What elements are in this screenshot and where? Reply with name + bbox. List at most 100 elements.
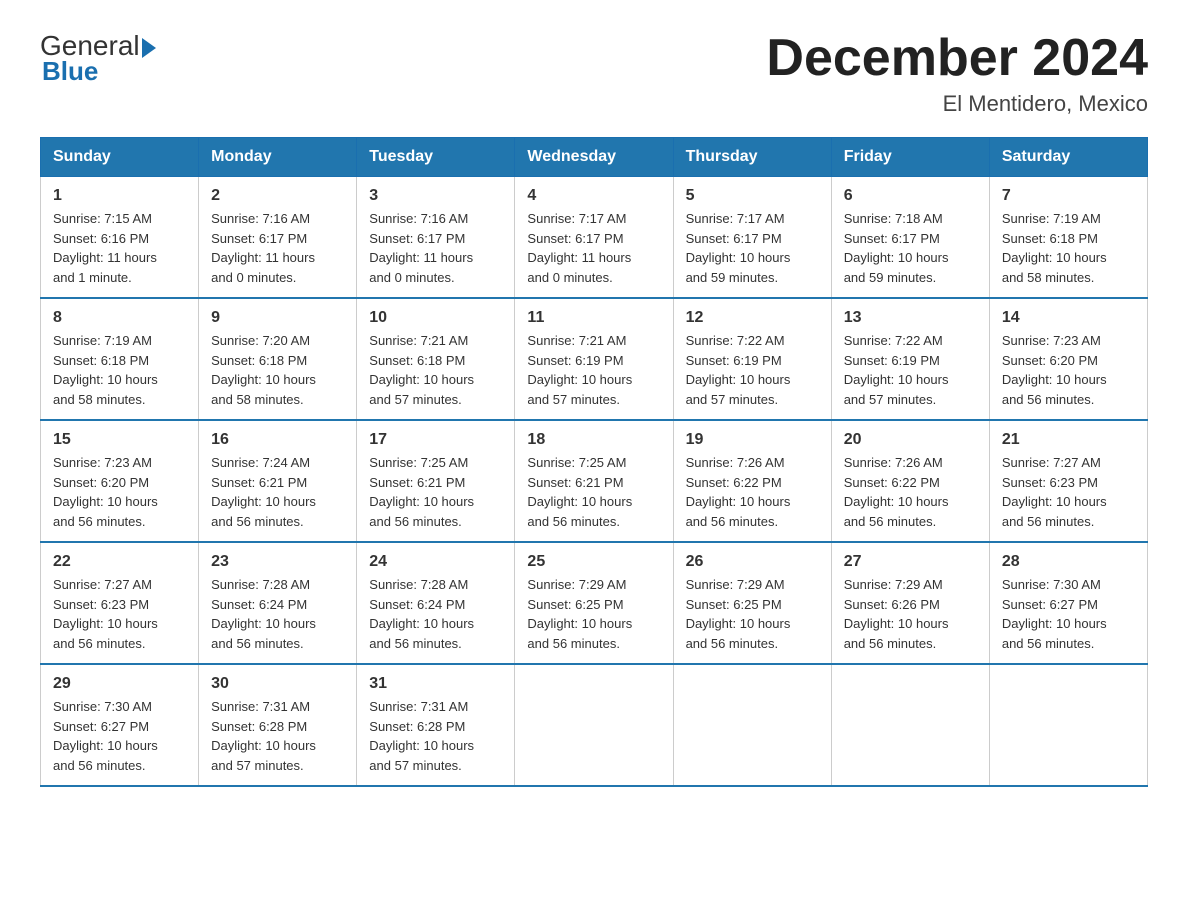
calendar-table: SundayMondayTuesdayWednesdayThursdayFrid… bbox=[40, 137, 1148, 787]
calendar-cell: 4 Sunrise: 7:17 AMSunset: 6:17 PMDaylight… bbox=[515, 177, 673, 299]
calendar-cell: 2 Sunrise: 7:16 AMSunset: 6:17 PMDaylight… bbox=[199, 177, 357, 299]
calendar-cell: 23 Sunrise: 7:28 AMSunset: 6:24 PMDayligh… bbox=[199, 542, 357, 664]
calendar-cell: 12 Sunrise: 7:22 AMSunset: 6:19 PMDayligh… bbox=[673, 298, 831, 420]
day-info: Sunrise: 7:16 AMSunset: 6:17 PMDaylight:… bbox=[211, 209, 344, 287]
day-number: 25 bbox=[527, 553, 660, 571]
day-info: Sunrise: 7:16 AMSunset: 6:17 PMDaylight:… bbox=[369, 209, 502, 287]
day-info: Sunrise: 7:31 AMSunset: 6:28 PMDaylight:… bbox=[369, 697, 502, 775]
calendar-cell: 8 Sunrise: 7:19 AMSunset: 6:18 PMDaylight… bbox=[41, 298, 199, 420]
day-number: 8 bbox=[53, 309, 186, 327]
day-info: Sunrise: 7:15 AMSunset: 6:16 PMDaylight:… bbox=[53, 209, 186, 287]
day-info: Sunrise: 7:22 AMSunset: 6:19 PMDaylight:… bbox=[686, 331, 819, 409]
calendar-cell bbox=[673, 664, 831, 786]
calendar-week-row: 15Sunrise: 7:23 AMSunset: 6:20 PMDayligh… bbox=[41, 420, 1148, 542]
day-number: 27 bbox=[844, 553, 977, 571]
calendar-cell: 9Sunrise: 7:20 AMSunset: 6:18 PMDaylight… bbox=[199, 298, 357, 420]
day-info: Sunrise: 7:30 AMSunset: 6:27 PMDaylight:… bbox=[1002, 575, 1135, 653]
day-number: 15 bbox=[53, 431, 186, 449]
day-number: 23 bbox=[211, 553, 344, 571]
weekday-header-saturday: Saturday bbox=[989, 138, 1147, 177]
calendar-cell: 1 Sunrise: 7:15 AMSunset: 6:16 PMDaylight… bbox=[41, 177, 199, 299]
logo: General Blue bbox=[40, 30, 156, 87]
calendar-cell: 18 Sunrise: 7:25 AMSunset: 6:21 PMDayligh… bbox=[515, 420, 673, 542]
calendar-cell: 14Sunrise: 7:23 AMSunset: 6:20 PMDayligh… bbox=[989, 298, 1147, 420]
calendar-cell: 10 Sunrise: 7:21 AMSunset: 6:18 PMDayligh… bbox=[357, 298, 515, 420]
calendar-cell: 6Sunrise: 7:18 AMSunset: 6:17 PMDaylight… bbox=[831, 177, 989, 299]
calendar-cell: 28 Sunrise: 7:30 AMSunset: 6:27 PMDayligh… bbox=[989, 542, 1147, 664]
day-number: 11 bbox=[527, 309, 660, 327]
calendar-cell: 5 Sunrise: 7:17 AMSunset: 6:17 PMDaylight… bbox=[673, 177, 831, 299]
day-info: Sunrise: 7:18 AMSunset: 6:17 PMDaylight:… bbox=[844, 209, 977, 287]
day-info: Sunrise: 7:22 AMSunset: 6:19 PMDaylight:… bbox=[844, 331, 977, 409]
weekday-header-row: SundayMondayTuesdayWednesdayThursdayFrid… bbox=[41, 138, 1148, 177]
calendar-cell: 17 Sunrise: 7:25 AMSunset: 6:21 PMDayligh… bbox=[357, 420, 515, 542]
calendar-cell: 11Sunrise: 7:21 AMSunset: 6:19 PMDayligh… bbox=[515, 298, 673, 420]
day-number: 26 bbox=[686, 553, 819, 571]
title-block: December 2024 El Mentidero, Mexico bbox=[766, 30, 1148, 117]
calendar-cell bbox=[515, 664, 673, 786]
day-number: 18 bbox=[527, 431, 660, 449]
day-info: Sunrise: 7:27 AMSunset: 6:23 PMDaylight:… bbox=[1002, 453, 1135, 531]
calendar-cell: 29Sunrise: 7:30 AMSunset: 6:27 PMDayligh… bbox=[41, 664, 199, 786]
day-number: 29 bbox=[53, 675, 186, 693]
day-number: 16 bbox=[211, 431, 344, 449]
calendar-cell: 24Sunrise: 7:28 AMSunset: 6:24 PMDayligh… bbox=[357, 542, 515, 664]
day-number: 10 bbox=[369, 309, 502, 327]
logo-triangle-icon bbox=[142, 38, 156, 58]
day-number: 30 bbox=[211, 675, 344, 693]
day-info: Sunrise: 7:25 AMSunset: 6:21 PMDaylight:… bbox=[527, 453, 660, 531]
weekday-header-monday: Monday bbox=[199, 138, 357, 177]
day-number: 4 bbox=[527, 187, 660, 205]
calendar-cell bbox=[989, 664, 1147, 786]
day-info: Sunrise: 7:21 AMSunset: 6:18 PMDaylight:… bbox=[369, 331, 502, 409]
calendar-cell: 22 Sunrise: 7:27 AMSunset: 6:23 PMDayligh… bbox=[41, 542, 199, 664]
day-info: Sunrise: 7:29 AMSunset: 6:26 PMDaylight:… bbox=[844, 575, 977, 653]
day-info: Sunrise: 7:28 AMSunset: 6:24 PMDaylight:… bbox=[211, 575, 344, 653]
day-info: Sunrise: 7:19 AMSunset: 6:18 PMDaylight:… bbox=[53, 331, 186, 409]
day-info: Sunrise: 7:20 AMSunset: 6:18 PMDaylight:… bbox=[211, 331, 344, 409]
day-info: Sunrise: 7:23 AMSunset: 6:20 PMDaylight:… bbox=[1002, 331, 1135, 409]
page-header: General Blue December 2024 El Mentidero,… bbox=[40, 30, 1148, 117]
day-number: 28 bbox=[1002, 553, 1135, 571]
day-number: 1 bbox=[53, 187, 186, 205]
calendar-cell: 30Sunrise: 7:31 AMSunset: 6:28 PMDayligh… bbox=[199, 664, 357, 786]
calendar-cell: 20 Sunrise: 7:26 AMSunset: 6:22 PMDayligh… bbox=[831, 420, 989, 542]
weekday-header-friday: Friday bbox=[831, 138, 989, 177]
day-info: Sunrise: 7:26 AMSunset: 6:22 PMDaylight:… bbox=[686, 453, 819, 531]
day-number: 3 bbox=[369, 187, 502, 205]
day-number: 7 bbox=[1002, 187, 1135, 205]
weekday-header-sunday: Sunday bbox=[41, 138, 199, 177]
day-number: 17 bbox=[369, 431, 502, 449]
day-info: Sunrise: 7:29 AMSunset: 6:25 PMDaylight:… bbox=[527, 575, 660, 653]
day-info: Sunrise: 7:17 AMSunset: 6:17 PMDaylight:… bbox=[686, 209, 819, 287]
calendar-week-row: 29Sunrise: 7:30 AMSunset: 6:27 PMDayligh… bbox=[41, 664, 1148, 786]
calendar-cell: 31 Sunrise: 7:31 AMSunset: 6:28 PMDayligh… bbox=[357, 664, 515, 786]
weekday-header-thursday: Thursday bbox=[673, 138, 831, 177]
calendar-cell: 26Sunrise: 7:29 AMSunset: 6:25 PMDayligh… bbox=[673, 542, 831, 664]
day-number: 20 bbox=[844, 431, 977, 449]
calendar-cell bbox=[831, 664, 989, 786]
day-info: Sunrise: 7:27 AMSunset: 6:23 PMDaylight:… bbox=[53, 575, 186, 653]
day-info: Sunrise: 7:19 AMSunset: 6:18 PMDaylight:… bbox=[1002, 209, 1135, 287]
day-info: Sunrise: 7:24 AMSunset: 6:21 PMDaylight:… bbox=[211, 453, 344, 531]
day-number: 12 bbox=[686, 309, 819, 327]
weekday-header-tuesday: Tuesday bbox=[357, 138, 515, 177]
day-number: 31 bbox=[369, 675, 502, 693]
day-number: 13 bbox=[844, 309, 977, 327]
calendar-cell: 15Sunrise: 7:23 AMSunset: 6:20 PMDayligh… bbox=[41, 420, 199, 542]
calendar-cell: 19 Sunrise: 7:26 AMSunset: 6:22 PMDayligh… bbox=[673, 420, 831, 542]
day-info: Sunrise: 7:28 AMSunset: 6:24 PMDaylight:… bbox=[369, 575, 502, 653]
day-info: Sunrise: 7:26 AMSunset: 6:22 PMDaylight:… bbox=[844, 453, 977, 531]
day-info: Sunrise: 7:25 AMSunset: 6:21 PMDaylight:… bbox=[369, 453, 502, 531]
calendar-cell: 25 Sunrise: 7:29 AMSunset: 6:25 PMDayligh… bbox=[515, 542, 673, 664]
day-number: 5 bbox=[686, 187, 819, 205]
day-number: 19 bbox=[686, 431, 819, 449]
calendar-week-row: 22 Sunrise: 7:27 AMSunset: 6:23 PMDayligh… bbox=[41, 542, 1148, 664]
day-number: 22 bbox=[53, 553, 186, 571]
calendar-cell: 27 Sunrise: 7:29 AMSunset: 6:26 PMDayligh… bbox=[831, 542, 989, 664]
calendar-cell: 13 Sunrise: 7:22 AMSunset: 6:19 PMDayligh… bbox=[831, 298, 989, 420]
calendar-cell: 7 Sunrise: 7:19 AMSunset: 6:18 PMDaylight… bbox=[989, 177, 1147, 299]
day-info: Sunrise: 7:17 AMSunset: 6:17 PMDaylight:… bbox=[527, 209, 660, 287]
day-number: 2 bbox=[211, 187, 344, 205]
logo-blue-text: Blue bbox=[42, 56, 98, 87]
